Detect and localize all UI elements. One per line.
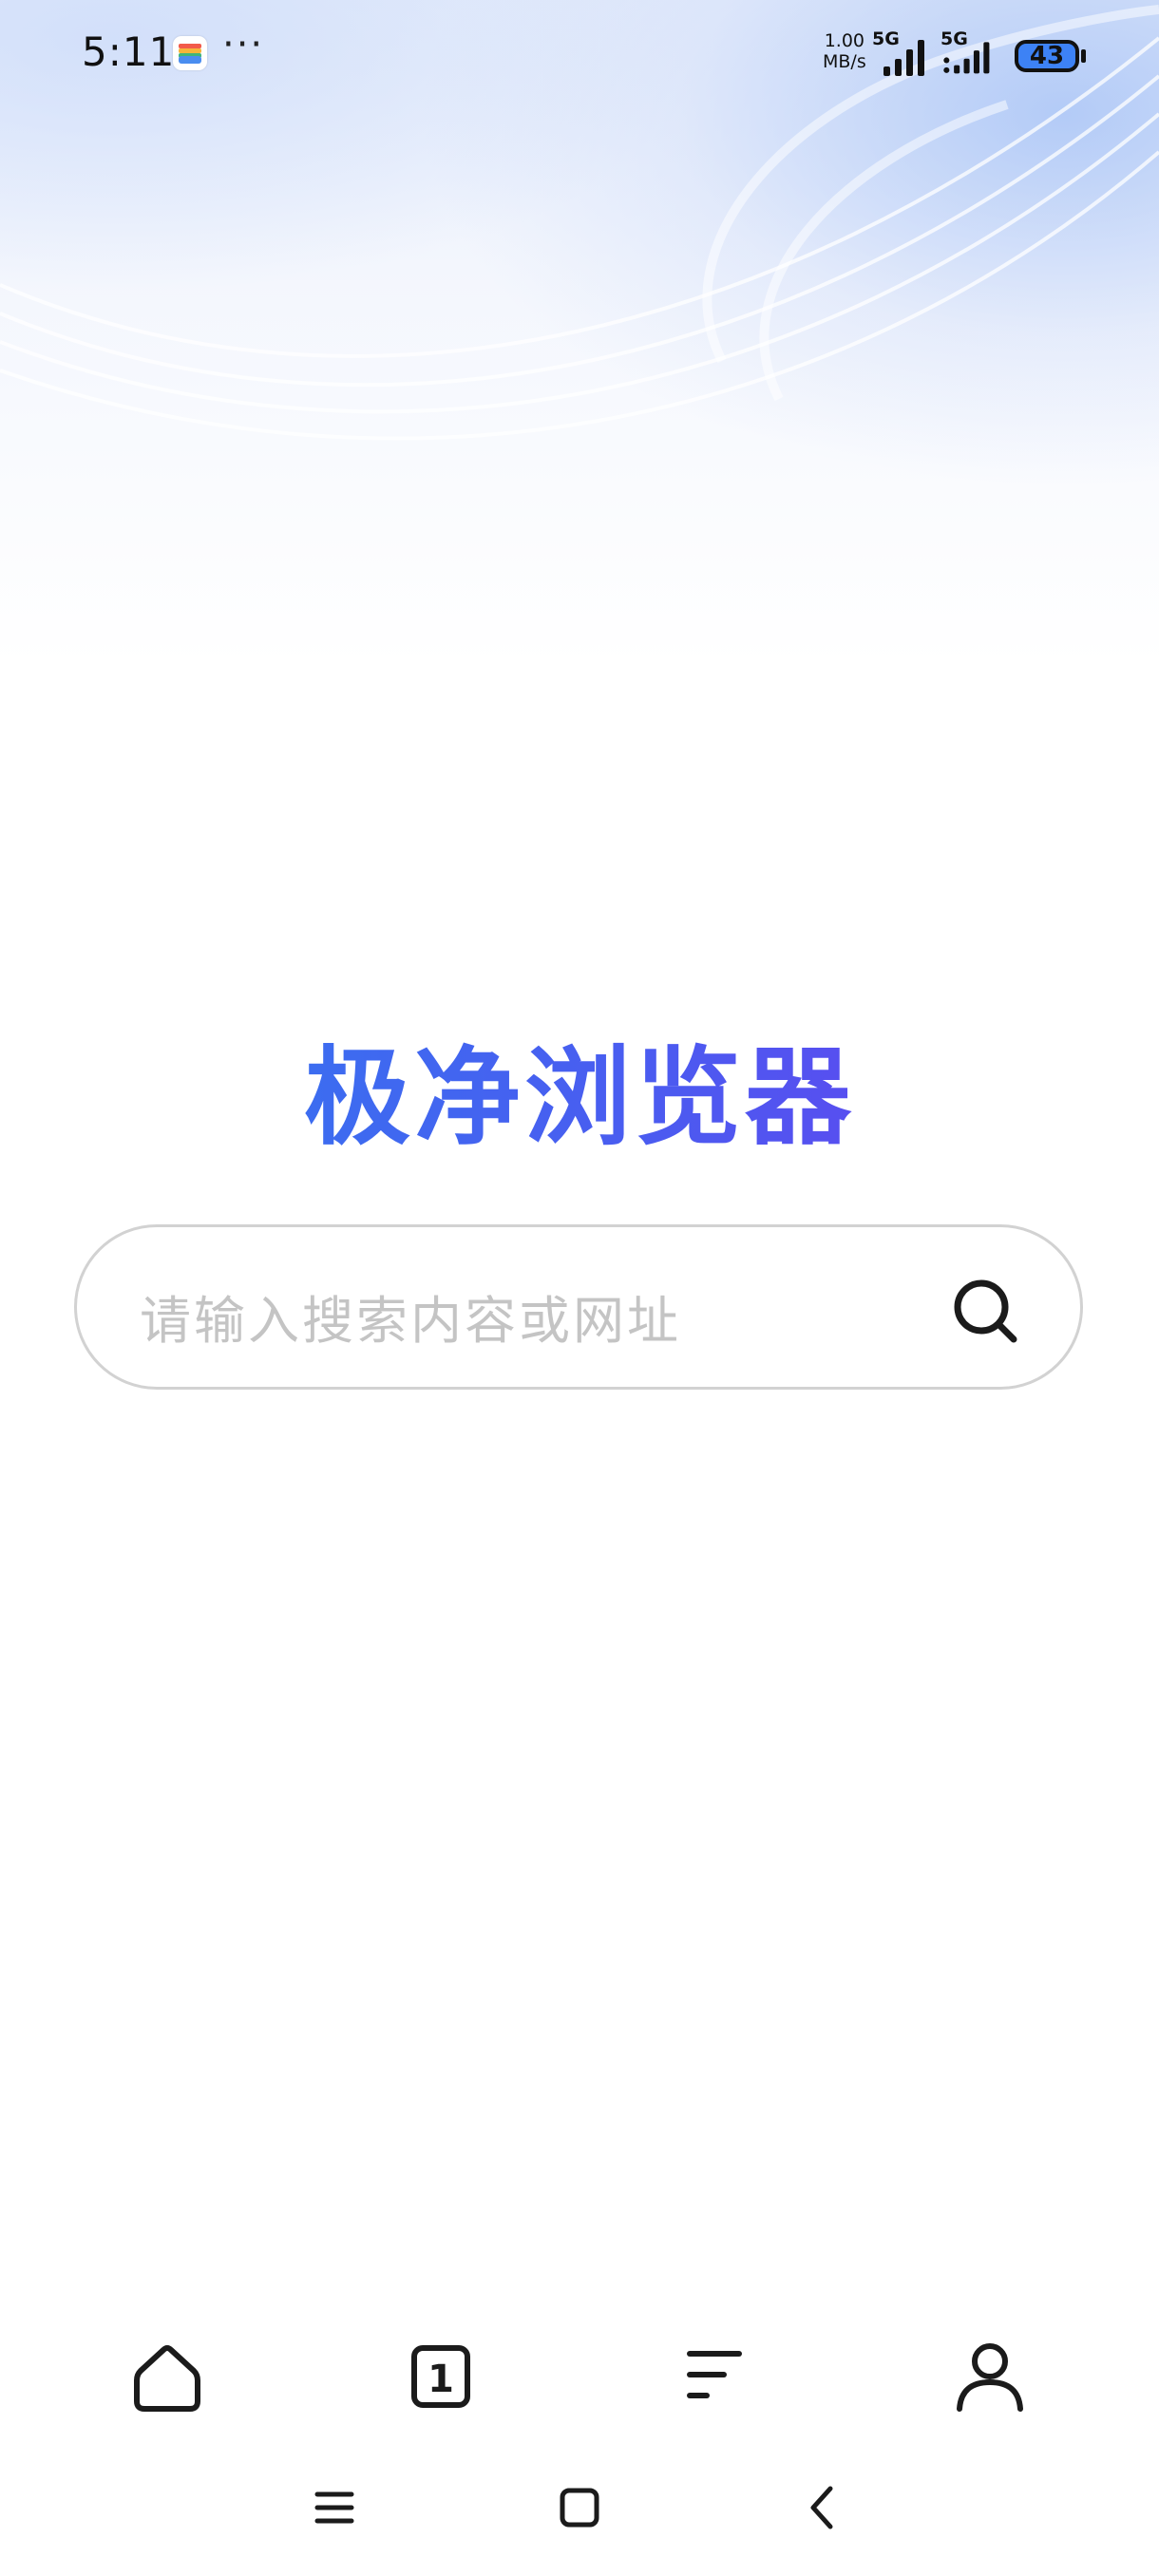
back-icon	[810, 2486, 833, 2529]
system-navigation-bar	[0, 2460, 1159, 2555]
status-bar: 5:11 ··· 1.00 MB/s 5G 5G 43	[0, 0, 1159, 114]
nav-tabs-button[interactable]: 1	[393, 2329, 488, 2424]
battery-icon: 43	[1015, 40, 1079, 72]
battery-tip	[1081, 49, 1086, 63]
system-home-button[interactable]	[542, 2470, 618, 2546]
system-back-button[interactable]	[785, 2470, 861, 2546]
network-speed: 1.00 MB/s	[823, 30, 866, 72]
sim1-signal-icon	[884, 40, 924, 76]
nav-home-button[interactable]	[120, 2329, 215, 2424]
menu-icon	[687, 2351, 742, 2398]
system-recents-button[interactable]	[296, 2470, 372, 2546]
search-placeholder: 请输入搜索内容或网址	[140, 1291, 681, 1351]
tab-count: 1	[428, 2358, 454, 2401]
home-icon	[134, 2345, 200, 2412]
nav-profile-button[interactable]	[942, 2329, 1037, 2424]
bottom-navigation: 1	[0, 2299, 1159, 2441]
home-square-icon	[560, 2488, 599, 2528]
recents-icon	[314, 2491, 354, 2524]
nav-menu-button[interactable]	[667, 2329, 762, 2424]
app-title: 极净浏览器	[0, 1012, 1159, 1165]
battery-level: 43	[1029, 42, 1065, 70]
status-more-icon: ···	[222, 23, 265, 66]
wallet-app-icon	[173, 36, 207, 70]
status-time: 5:11	[82, 28, 176, 75]
profile-icon	[957, 2343, 1023, 2412]
sim2-signal-icon	[943, 42, 990, 74]
tabs-icon: 1	[411, 2345, 470, 2408]
network-speed-value: 1.00	[824, 30, 865, 51]
search-icon[interactable]	[947, 1273, 1023, 1349]
network-speed-unit: MB/s	[823, 51, 866, 72]
search-input[interactable]: 请输入搜索内容或网址	[74, 1224, 1083, 1390]
